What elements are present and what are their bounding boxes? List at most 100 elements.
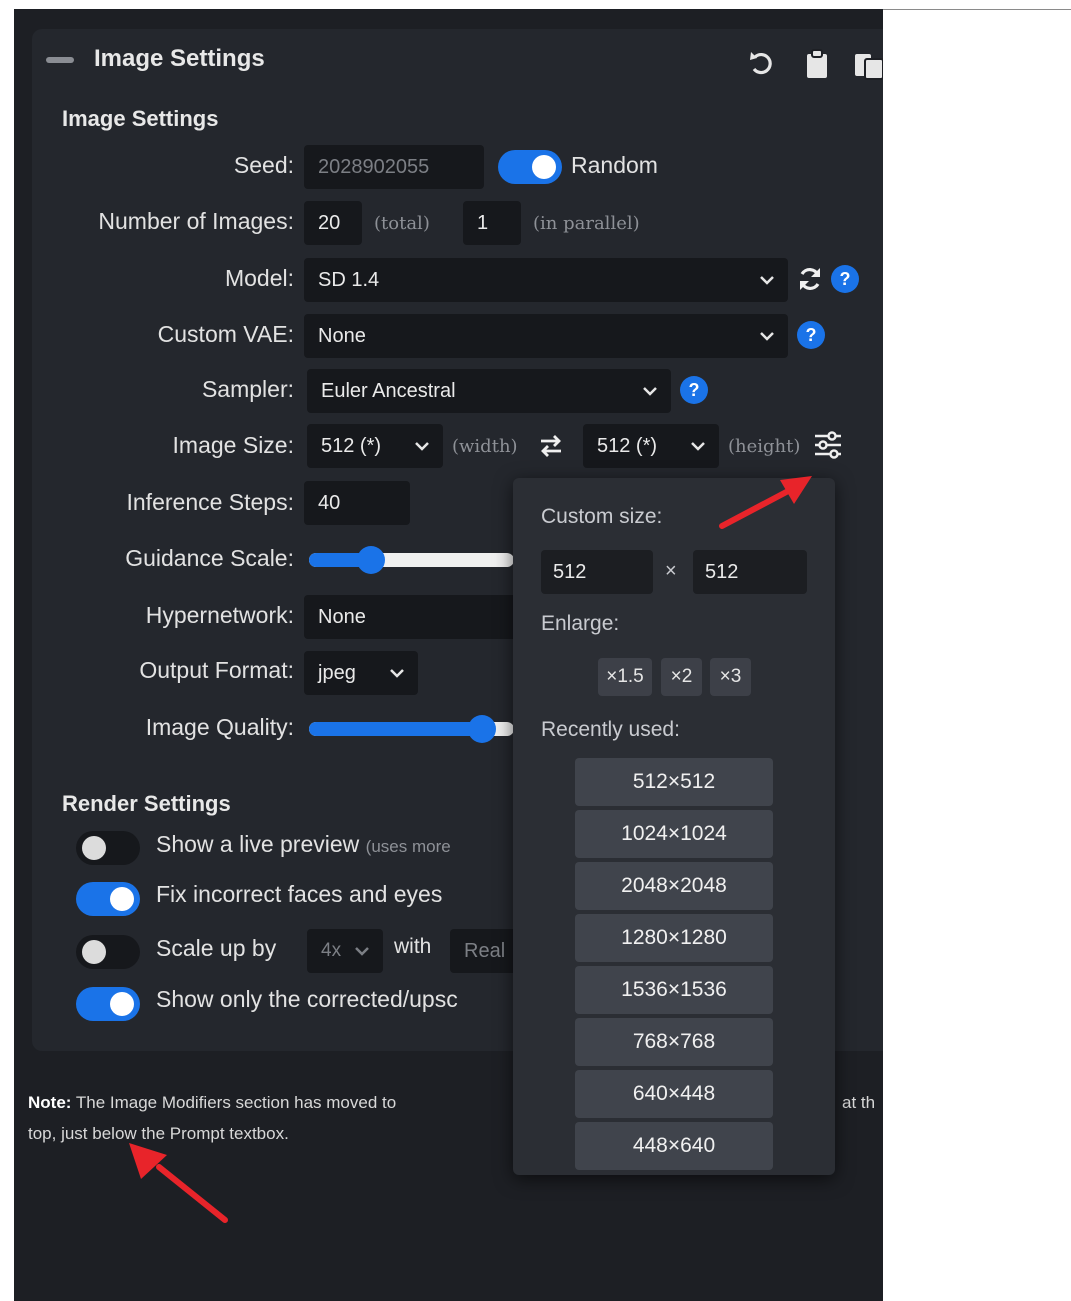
width-value: 512 (*) xyxy=(321,435,382,457)
upscale-label: Scale up by xyxy=(156,935,277,961)
num-images-total-input[interactable]: 20 xyxy=(304,201,362,245)
parallel-hint: (in parallel) xyxy=(533,213,640,234)
output-format-select[interactable]: jpeg xyxy=(304,651,418,695)
vae-select[interactable]: None xyxy=(304,314,788,358)
chevron-down-icon xyxy=(355,947,369,956)
recent-size-button[interactable]: 1280×1280 xyxy=(575,914,773,962)
custom-width-input[interactable]: 512 xyxy=(541,550,653,594)
hypernetwork-select[interactable]: None xyxy=(304,595,524,639)
recently-used-label: Recently used: xyxy=(541,718,680,741)
quality-label: Image Quality: xyxy=(145,714,294,740)
sampler-select[interactable]: Euler Ancestral xyxy=(307,369,671,413)
output-format-label: Output Format: xyxy=(139,657,294,683)
vae-label: Custom VAE: xyxy=(157,321,294,347)
fix-faces-toggle[interactable] xyxy=(76,882,140,916)
chevron-down-icon xyxy=(643,387,657,396)
swap-dimensions-icon[interactable] xyxy=(538,433,564,459)
seed-label: Seed: xyxy=(233,152,294,178)
fix-faces-label: Fix incorrect faces and eyes xyxy=(156,881,443,907)
guidance-label: Guidance Scale: xyxy=(125,545,294,571)
sliders-icon[interactable] xyxy=(813,431,843,459)
live-preview-hint: (uses more xyxy=(365,837,451,856)
recent-size-button[interactable]: 1536×1536 xyxy=(575,966,773,1014)
num-images-parallel-input[interactable]: 1 xyxy=(463,201,521,245)
note-line1-tail: at th xyxy=(842,1093,876,1112)
toggle-knob xyxy=(82,940,106,964)
seed-input[interactable]: 2028902055 xyxy=(304,145,484,189)
paste-icon[interactable] xyxy=(852,47,883,81)
recent-size-button[interactable]: 2048×2048 xyxy=(575,862,773,910)
collapse-toggle[interactable] xyxy=(46,57,74,63)
sampler-help-icon[interactable]: ? xyxy=(680,376,708,404)
recent-size-button[interactable]: 640×448 xyxy=(575,1070,773,1118)
recent-size-button[interactable]: 512×512 xyxy=(575,758,773,806)
enlarge-3-button[interactable]: ×3 xyxy=(710,658,751,696)
height-select[interactable]: 512 (*) xyxy=(583,424,719,468)
num-images-label: Number of Images: xyxy=(98,208,294,234)
quality-slider[interactable] xyxy=(309,715,514,743)
vae-help-icon[interactable]: ? xyxy=(797,321,825,349)
upscale-factor-value: 4x xyxy=(321,940,342,961)
enlarge-2-button[interactable]: ×2 xyxy=(661,658,702,696)
recent-size-button[interactable]: 448×640 xyxy=(575,1122,773,1170)
chevron-down-icon xyxy=(691,442,705,451)
width-hint: (width) xyxy=(452,436,518,457)
quality-slider-fill xyxy=(309,722,482,736)
sampler-label: Sampler: xyxy=(201,376,294,402)
note-bold: Note: xyxy=(28,1093,72,1112)
output-format-value: jpeg xyxy=(318,662,356,684)
upscale-toggle[interactable] xyxy=(76,935,140,969)
top-divider-line xyxy=(883,9,1071,10)
app-window: Image Settings Image Settings Seed: 2028… xyxy=(14,9,883,1301)
quality-slider-handle[interactable] xyxy=(468,715,496,743)
total-hint: (total) xyxy=(374,213,430,234)
guidance-slider-handle[interactable] xyxy=(357,546,385,574)
random-seed-toggle[interactable] xyxy=(498,150,562,184)
live-preview-toggle[interactable] xyxy=(76,831,140,865)
custom-size-label: Custom size: xyxy=(541,505,663,528)
guidance-slider[interactable] xyxy=(309,546,514,574)
upscale-with-label: with xyxy=(394,935,432,958)
vae-value: None xyxy=(318,325,366,347)
custom-height-input[interactable]: 512 xyxy=(693,550,807,594)
show-corrected-toggle[interactable] xyxy=(76,987,140,1021)
live-preview-label: Show a live preview (uses more xyxy=(156,831,451,858)
chevron-down-icon xyxy=(760,276,774,285)
note-line1: The Image Modifiers section has moved to xyxy=(75,1093,397,1112)
toggle-knob xyxy=(110,887,134,911)
recent-size-button[interactable]: 768×768 xyxy=(575,1018,773,1066)
show-corrected-label: Show only the corrected/upsc xyxy=(156,986,458,1012)
clipboard-icon[interactable] xyxy=(800,47,834,81)
model-help-icon[interactable]: ? xyxy=(831,265,859,293)
random-label: Random xyxy=(571,152,658,178)
steps-input[interactable]: 40 xyxy=(304,481,410,525)
upscale-factor-select[interactable]: 4x xyxy=(307,929,383,973)
sampler-value: Euler Ancestral xyxy=(321,380,456,402)
model-value: SD 1.4 xyxy=(318,269,380,291)
reset-icon[interactable] xyxy=(744,47,778,81)
image-size-label: Image Size: xyxy=(172,432,294,458)
annotation-arrow-icon xyxy=(129,1143,228,1223)
hypernetwork-label: Hypernetwork: xyxy=(145,602,294,628)
image-size-popup: Custom size: 512 × 512 Enlarge: ×1.5 ×2 … xyxy=(513,478,835,1175)
image-settings-heading: Image Settings xyxy=(62,106,219,131)
toggle-knob xyxy=(82,836,106,860)
chevron-down-icon xyxy=(415,442,429,451)
refresh-models-icon[interactable] xyxy=(796,265,824,293)
panel-title: Image Settings xyxy=(94,45,265,72)
enlarge-1.5-button[interactable]: ×1.5 xyxy=(598,658,652,696)
height-value: 512 (*) xyxy=(597,435,658,457)
height-hint: (height) xyxy=(728,436,801,457)
enlarge-label: Enlarge: xyxy=(541,612,620,635)
recent-size-button[interactable]: 1024×1024 xyxy=(575,810,773,858)
chevron-down-icon xyxy=(760,332,774,341)
width-select[interactable]: 512 (*) xyxy=(307,424,443,468)
chevron-down-icon xyxy=(390,669,404,678)
model-select[interactable]: SD 1.4 xyxy=(304,258,788,302)
model-label: Model: xyxy=(224,265,294,291)
toggle-knob xyxy=(110,992,134,1016)
times-sign: × xyxy=(665,560,677,582)
live-preview-text: Show a live preview xyxy=(156,831,360,857)
render-settings-heading: Render Settings xyxy=(62,791,231,816)
steps-label: Inference Steps: xyxy=(126,489,295,515)
